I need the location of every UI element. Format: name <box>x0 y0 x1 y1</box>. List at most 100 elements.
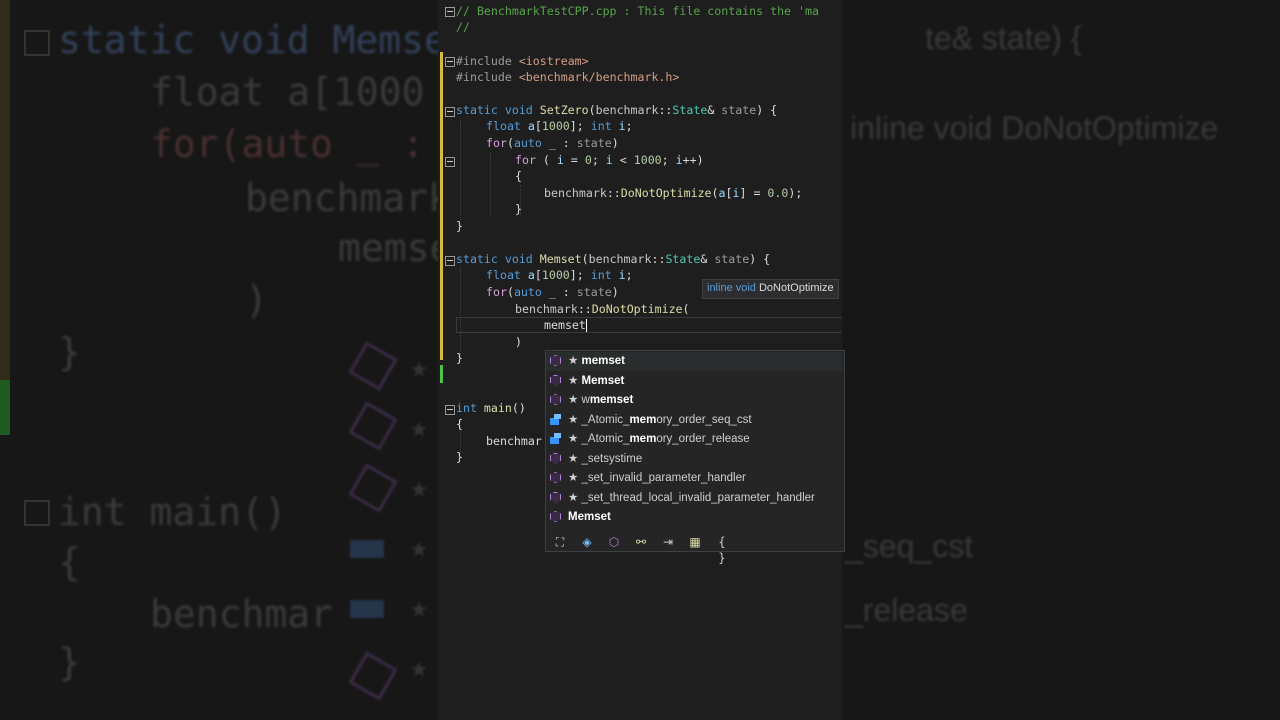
bg-star-icon: ★ <box>410 530 429 565</box>
enum-filter-icon[interactable]: ▦ <box>687 534 703 550</box>
fold-icon[interactable] <box>445 256 455 266</box>
completion-item-label: ★ _set_invalid_parameter_handler <box>568 472 746 484</box>
code-line-include[interactable]: #include <benchmark/benchmark.h> <box>456 69 679 85</box>
enum-member-icon <box>550 413 561 425</box>
code-line-main[interactable]: int main() <box>456 400 526 416</box>
code-line[interactable]: benchmar <box>486 433 542 449</box>
code-line-brace[interactable]: } <box>456 350 463 366</box>
class-icon <box>550 452 561 464</box>
code-line[interactable]: for(auto _ : state) <box>486 135 619 151</box>
bg-fold-icon <box>24 30 50 56</box>
code-line-include[interactable]: #include <iostream> <box>456 53 589 69</box>
completion-item[interactable]: Memset <box>546 508 842 527</box>
saved-change-bar <box>440 365 443 383</box>
code-line-comment[interactable]: // <box>456 19 470 35</box>
bg-right-text: te& state) { <box>925 20 1082 56</box>
completion-item[interactable]: ★ memset <box>546 352 842 371</box>
code-line-brace[interactable]: { <box>456 416 463 432</box>
code-line-comment[interactable]: // BenchmarkTestCPP.cpp : This file cont… <box>456 3 819 19</box>
class-icon <box>550 491 561 503</box>
bg-fold-icon <box>24 500 50 526</box>
class-icon <box>550 394 561 405</box>
fold-icon[interactable] <box>445 107 455 117</box>
bg-enum-icon <box>350 540 384 558</box>
bg-code-line: static void Memse <box>58 18 447 62</box>
code-line[interactable]: float a[1000]; int i; <box>486 267 633 283</box>
code-line[interactable]: for(auto _ : state) <box>486 284 619 300</box>
bg-green-bar <box>0 380 10 435</box>
fold-icon[interactable] <box>445 7 455 17</box>
fold-icon[interactable] <box>445 157 455 167</box>
code-line-memset-signature[interactable]: static void Memset(benchmark::State& sta… <box>456 251 770 267</box>
bg-code-line: } <box>58 640 81 684</box>
completion-item[interactable]: ★ _set_thread_local_invalid_parameter_ha… <box>546 489 842 508</box>
code-line-brace[interactable]: { <box>515 168 522 184</box>
completion-item[interactable]: ★ _set_invalid_parameter_handler <box>546 469 842 488</box>
bg-cube-icon <box>348 463 398 513</box>
fold-icon[interactable] <box>445 405 455 415</box>
bg-star-icon: ★ <box>410 350 429 385</box>
text-cursor <box>585 319 587 332</box>
code-line-setzero-signature[interactable]: static void SetZero(benchmark::State& st… <box>456 102 777 118</box>
code-line-current[interactable]: memset <box>544 317 587 333</box>
code-line[interactable]: float a[1000]; int i; <box>486 118 633 134</box>
indent-guide <box>460 120 461 220</box>
completion-item-label: ★ wmemset <box>568 394 634 406</box>
class-icon <box>550 511 561 522</box>
bg-star-icon: ★ <box>410 590 429 625</box>
completion-item[interactable]: ★ wmemset <box>546 391 842 410</box>
bg-cube-icon <box>348 401 398 451</box>
completion-item[interactable]: ★ _setsystime <box>546 450 842 469</box>
class-icon <box>550 355 561 366</box>
code-line-brace[interactable]: } <box>515 201 522 217</box>
completion-item-label: ★ _Atomic_memory_order_seq_cst <box>568 413 752 426</box>
completion-item-label: ★ _setsystime <box>568 452 643 465</box>
bg-code-line: benchmar <box>150 592 334 636</box>
intellisense-completion-list[interactable]: ★ memset ★ Memset ★ wmemset ★ _Atomic_memor… <box>545 350 845 565</box>
completion-item-label: ★ _Atomic_memory_order_release <box>568 433 750 445</box>
completion-item[interactable]: ★ _Atomic_memory_order_release <box>546 430 842 449</box>
indent-guide <box>490 152 491 218</box>
bg-enum-icon <box>350 600 384 618</box>
bg-star-icon: ★ <box>410 650 429 685</box>
code-line-brace[interactable]: } <box>456 449 463 465</box>
bg-code-line: memse <box>338 226 453 270</box>
code-line-brace[interactable]: } <box>456 218 463 234</box>
bg-code-line: ) <box>245 278 268 322</box>
type-filter-icon[interactable]: ⚯ <box>633 534 649 550</box>
code-line[interactable]: benchmark::DoNotOptimize(a[i] = 0.0); <box>544 185 802 201</box>
code-line-paren[interactable]: ) <box>515 334 522 350</box>
completion-item[interactable]: ★ _Atomic_memory_order_seq_cst <box>546 411 842 430</box>
completion-item-label: ★ memset <box>568 355 625 367</box>
typed-text: memset <box>544 318 586 332</box>
bg-star-icon: ★ <box>410 410 429 445</box>
function-filter-icon[interactable]: ⬡ <box>606 534 622 550</box>
current-line-highlight <box>456 317 842 333</box>
completion-item[interactable]: ★ Memset <box>546 372 842 391</box>
class-icon <box>550 374 561 386</box>
completion-item-label: ★ _set_thread_local_invalid_parameter_ha… <box>568 491 815 504</box>
bg-star-icon: ★ <box>410 470 429 505</box>
bg-cube-icon <box>348 651 398 701</box>
tooltip-keyword: inline void <box>707 282 756 294</box>
bg-code-line: for(auto _ : <box>150 122 425 166</box>
code-line[interactable]: for ( i = 0; i < 1000; i++) <box>515 152 704 168</box>
bg-right-text: inline void DoNotOptimize <box>850 110 1219 146</box>
indent-guide <box>460 268 461 356</box>
quick-info-tooltip: inline void DoNotOptimize <box>702 279 839 299</box>
bg-change-bar <box>0 0 10 380</box>
completion-item-label: Memset <box>568 511 611 523</box>
fold-icon[interactable] <box>445 57 455 67</box>
macro-filter-icon[interactable]: ⛶ <box>552 534 568 550</box>
namespace-filter-icon[interactable]: ⇥ <box>660 534 676 550</box>
completion-filter-bar: ⛶ ◈ ⬡ ⚯ ⇥ ▦ { } <box>546 532 844 565</box>
bg-code-line: float a[1000 <box>150 70 425 114</box>
bg-cube-icon <box>348 341 398 391</box>
braces-filter-icon[interactable]: { } <box>714 534 730 565</box>
tooltip-function-name: DoNotOptimize <box>758 282 834 294</box>
code-line[interactable]: benchmark::DoNotOptimize( <box>515 301 690 317</box>
enum-member-icon <box>550 433 561 444</box>
variable-filter-icon[interactable]: ◈ <box>579 534 595 550</box>
class-icon <box>550 472 561 483</box>
change-indicator-bar <box>440 52 443 360</box>
